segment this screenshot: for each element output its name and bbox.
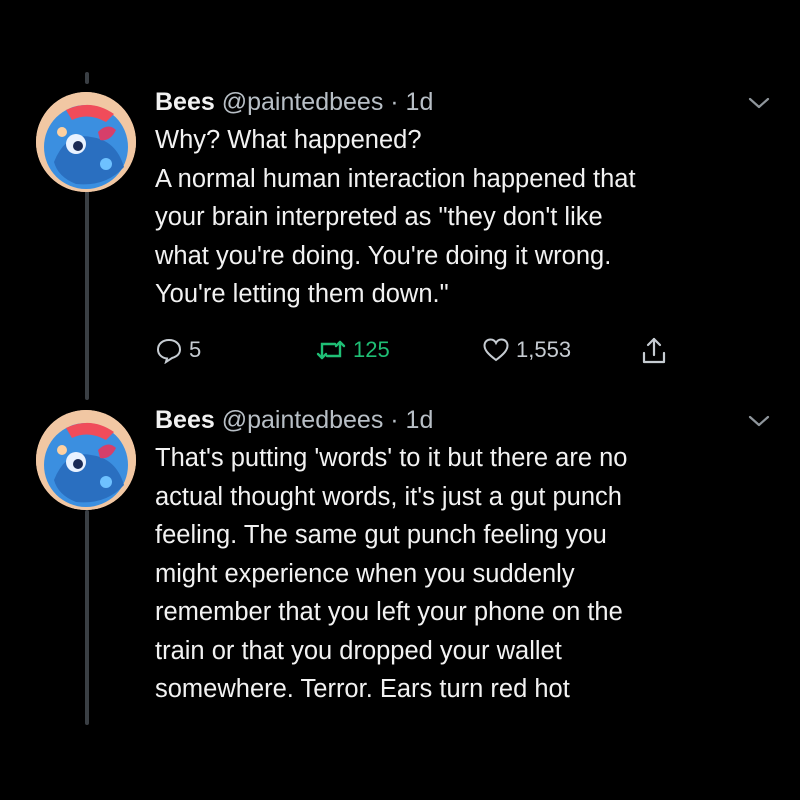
tweet-content: Bees @paintedbees · 1d That's putting 'w… xyxy=(155,404,755,709)
tweet-header: Bees @paintedbees · 1d xyxy=(155,404,755,436)
share-button[interactable] xyxy=(640,336,668,366)
speech-bubble-icon xyxy=(156,338,182,364)
display-name[interactable]: Bees xyxy=(155,88,215,116)
tweet-text: Why? What happened? A normal human inter… xyxy=(155,121,755,314)
retweet-button[interactable]: 125 xyxy=(315,336,390,364)
chevron-down-icon[interactable] xyxy=(748,94,770,112)
tweet-actions: 5 125 1,553 xyxy=(155,336,715,366)
reply-button[interactable]: 5 xyxy=(155,336,201,364)
avatar[interactable] xyxy=(36,92,136,192)
thread-connector-1 xyxy=(85,190,89,400)
retweet-count: 125 xyxy=(353,337,390,362)
like-button[interactable]: 1,553 xyxy=(482,336,571,364)
tweet-text-line: train or that you dropped your wallet xyxy=(155,636,562,665)
tweet-text-line: feeling. The same gut punch feeling you xyxy=(155,521,607,549)
heart-outline-icon xyxy=(483,338,509,362)
tweet-text-line: You're letting them down." xyxy=(155,280,449,308)
tweet-text-line: remember that you left your phone on the xyxy=(155,598,623,626)
thread-connector-top xyxy=(85,72,89,84)
reply-count: 5 xyxy=(189,337,202,362)
tweet-text-line: Why? What happened? xyxy=(155,126,422,154)
tweet-text-line: somewhere. Terror. Ears turn red hot xyxy=(155,675,570,703)
tweet-text-line: might experience when you suddenly xyxy=(155,559,575,588)
display-name[interactable]: Bees xyxy=(155,406,215,434)
chevron-down-icon[interactable] xyxy=(748,412,770,430)
thread-connector-2 xyxy=(85,510,89,725)
retweet-arrows-icon xyxy=(316,340,346,360)
share-upload-icon xyxy=(642,337,666,364)
tweet-text: That's putting 'words' to it but there a… xyxy=(155,439,755,709)
tweet-content: Bees @paintedbees · 1d Why? What happene… xyxy=(155,86,755,314)
avatar[interactable] xyxy=(36,410,136,510)
tweet-text-line: your brain interpreted as "they don't li… xyxy=(155,203,603,231)
tweet-text-line: A normal human interaction happened that xyxy=(155,164,636,193)
tweet-text-line: That's putting 'words' to it but there a… xyxy=(155,444,628,472)
timestamp[interactable]: · 1d xyxy=(390,406,433,434)
tweet-header: Bees @paintedbees · 1d xyxy=(155,86,755,118)
tweet-text-line: actual thought words, it's just a gut pu… xyxy=(155,482,622,511)
like-count: 1,553 xyxy=(516,337,572,362)
tweet-text-line: what you're doing. You're doing it wrong… xyxy=(155,241,612,270)
user-handle[interactable]: @paintedbees xyxy=(222,88,384,116)
user-handle[interactable]: @paintedbees xyxy=(222,406,384,434)
timestamp[interactable]: · 1d xyxy=(390,88,433,116)
